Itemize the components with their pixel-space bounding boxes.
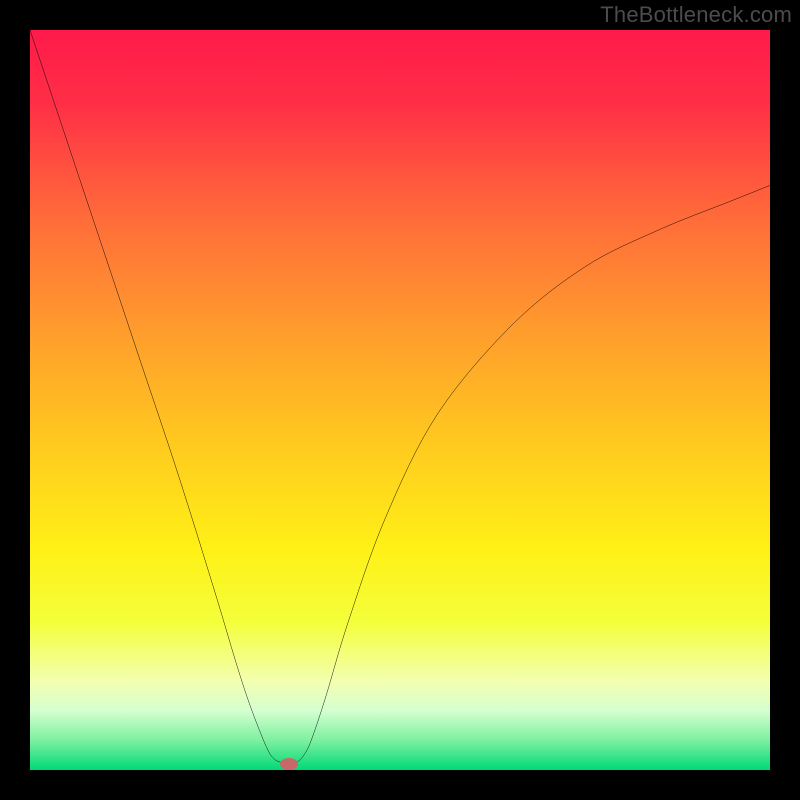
bottleneck-curve	[30, 30, 770, 770]
watermark-text: TheBottleneck.com	[600, 2, 792, 28]
optimal-point-marker	[280, 758, 298, 770]
chart-frame: TheBottleneck.com	[0, 0, 800, 800]
plot-area	[30, 30, 770, 770]
